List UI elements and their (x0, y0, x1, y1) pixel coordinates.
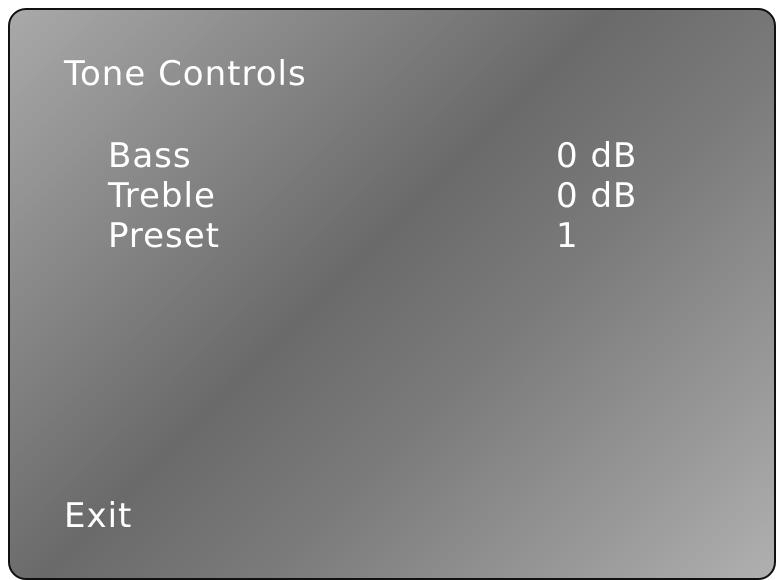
menu-item-preset[interactable]: Preset 1 (108, 216, 668, 256)
menu-item-label: Treble (108, 176, 216, 216)
osd-menu-screen: Tone Controls Bass 0 dB Treble 0 dB Pres… (8, 8, 776, 580)
menu-item-label: Bass (108, 136, 192, 176)
menu-item-value: 0 dB (556, 176, 638, 216)
menu-item-bass[interactable]: Bass 0 dB (108, 136, 668, 176)
menu-list: Bass 0 dB Treble 0 dB Preset 1 (108, 136, 668, 256)
menu-item-label: Preset (108, 216, 221, 256)
menu-item-treble[interactable]: Treble 0 dB (108, 176, 668, 216)
menu-item-value: 0 dB (556, 136, 638, 176)
menu-title: Tone Controls (64, 54, 307, 94)
exit-menu-item[interactable]: Exit (64, 496, 132, 536)
menu-item-value: 1 (556, 216, 579, 256)
